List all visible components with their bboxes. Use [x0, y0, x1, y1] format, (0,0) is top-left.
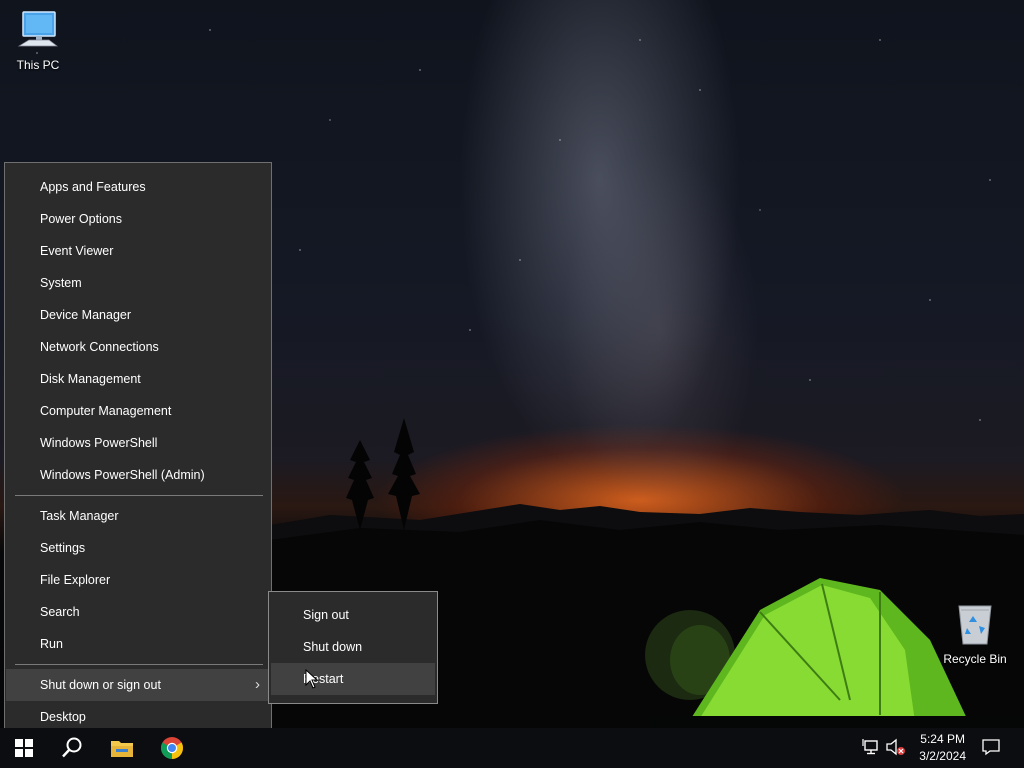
- file-explorer-icon: [111, 741, 133, 757]
- submenu-item-shut-down[interactable]: Shut down: [271, 631, 435, 663]
- mouse-pointer-icon: [305, 669, 319, 689]
- menu-item-shut-down-or-sign-out[interactable]: Shut down or sign out ›: [6, 669, 270, 701]
- power-user-menu: Apps and Features Power Options Event Vi…: [4, 162, 272, 740]
- shutdown-submenu: Sign out Shut down Restart: [268, 591, 438, 704]
- submenu-item-sign-out[interactable]: Sign out: [271, 599, 435, 631]
- menu-item-network-connections[interactable]: Network Connections: [6, 331, 270, 363]
- menu-item-run[interactable]: Run: [6, 628, 270, 660]
- network-icon[interactable]: [862, 738, 880, 756]
- menu-item-device-manager[interactable]: Device Manager: [6, 299, 270, 331]
- recycle-bin-label: Recycle Bin: [943, 652, 1007, 666]
- this-pc-desktop-icon[interactable]: This PC: [0, 8, 76, 72]
- chrome-icon: [161, 737, 183, 759]
- menu-item-computer-management[interactable]: Computer Management: [6, 395, 270, 427]
- menu-item-windows-powershell[interactable]: Windows PowerShell: [6, 427, 270, 459]
- menu-item-label: Shut down or sign out: [40, 678, 161, 692]
- search-button[interactable]: [48, 728, 96, 768]
- menu-item-system[interactable]: System: [6, 267, 270, 299]
- menu-item-event-viewer[interactable]: Event Viewer: [6, 235, 270, 267]
- submenu-item-restart[interactable]: Restart: [271, 663, 435, 695]
- search-icon: [62, 737, 82, 758]
- recycle-bin-icon: [958, 605, 992, 645]
- action-center-icon[interactable]: [982, 738, 1000, 756]
- menu-item-power-options[interactable]: Power Options: [6, 203, 270, 235]
- chrome-taskbar-button[interactable]: [148, 728, 196, 768]
- volume-muted-icon[interactable]: [886, 738, 906, 756]
- menu-item-settings[interactable]: Settings: [6, 532, 270, 564]
- windows-start-icon: [15, 739, 33, 757]
- this-pc-label: This PC: [16, 58, 60, 72]
- menu-item-apps-and-features[interactable]: Apps and Features: [6, 171, 270, 203]
- chevron-right-icon: ›: [255, 676, 260, 693]
- menu-item-search[interactable]: Search: [6, 596, 270, 628]
- menu-item-task-manager[interactable]: Task Manager: [6, 500, 270, 532]
- file-explorer-taskbar-button[interactable]: [98, 728, 146, 768]
- clock-date: 3/2/2024: [919, 749, 966, 763]
- menu-item-disk-management[interactable]: Disk Management: [6, 363, 270, 395]
- computer-icon: [17, 11, 59, 47]
- clock-time: 5:24 PM: [920, 732, 965, 746]
- menu-item-windows-powershell-admin[interactable]: Windows PowerShell (Admin): [6, 459, 270, 491]
- menu-separator: [15, 495, 263, 496]
- start-button[interactable]: [0, 728, 48, 768]
- recycle-bin-desktop-icon[interactable]: Recycle Bin: [937, 600, 1013, 666]
- taskbar: 5:24 PM 3/2/2024: [0, 728, 1024, 768]
- menu-item-file-explorer[interactable]: File Explorer: [6, 564, 270, 596]
- clock[interactable]: 5:24 PM 3/2/2024: [919, 731, 966, 765]
- menu-separator: [15, 664, 263, 665]
